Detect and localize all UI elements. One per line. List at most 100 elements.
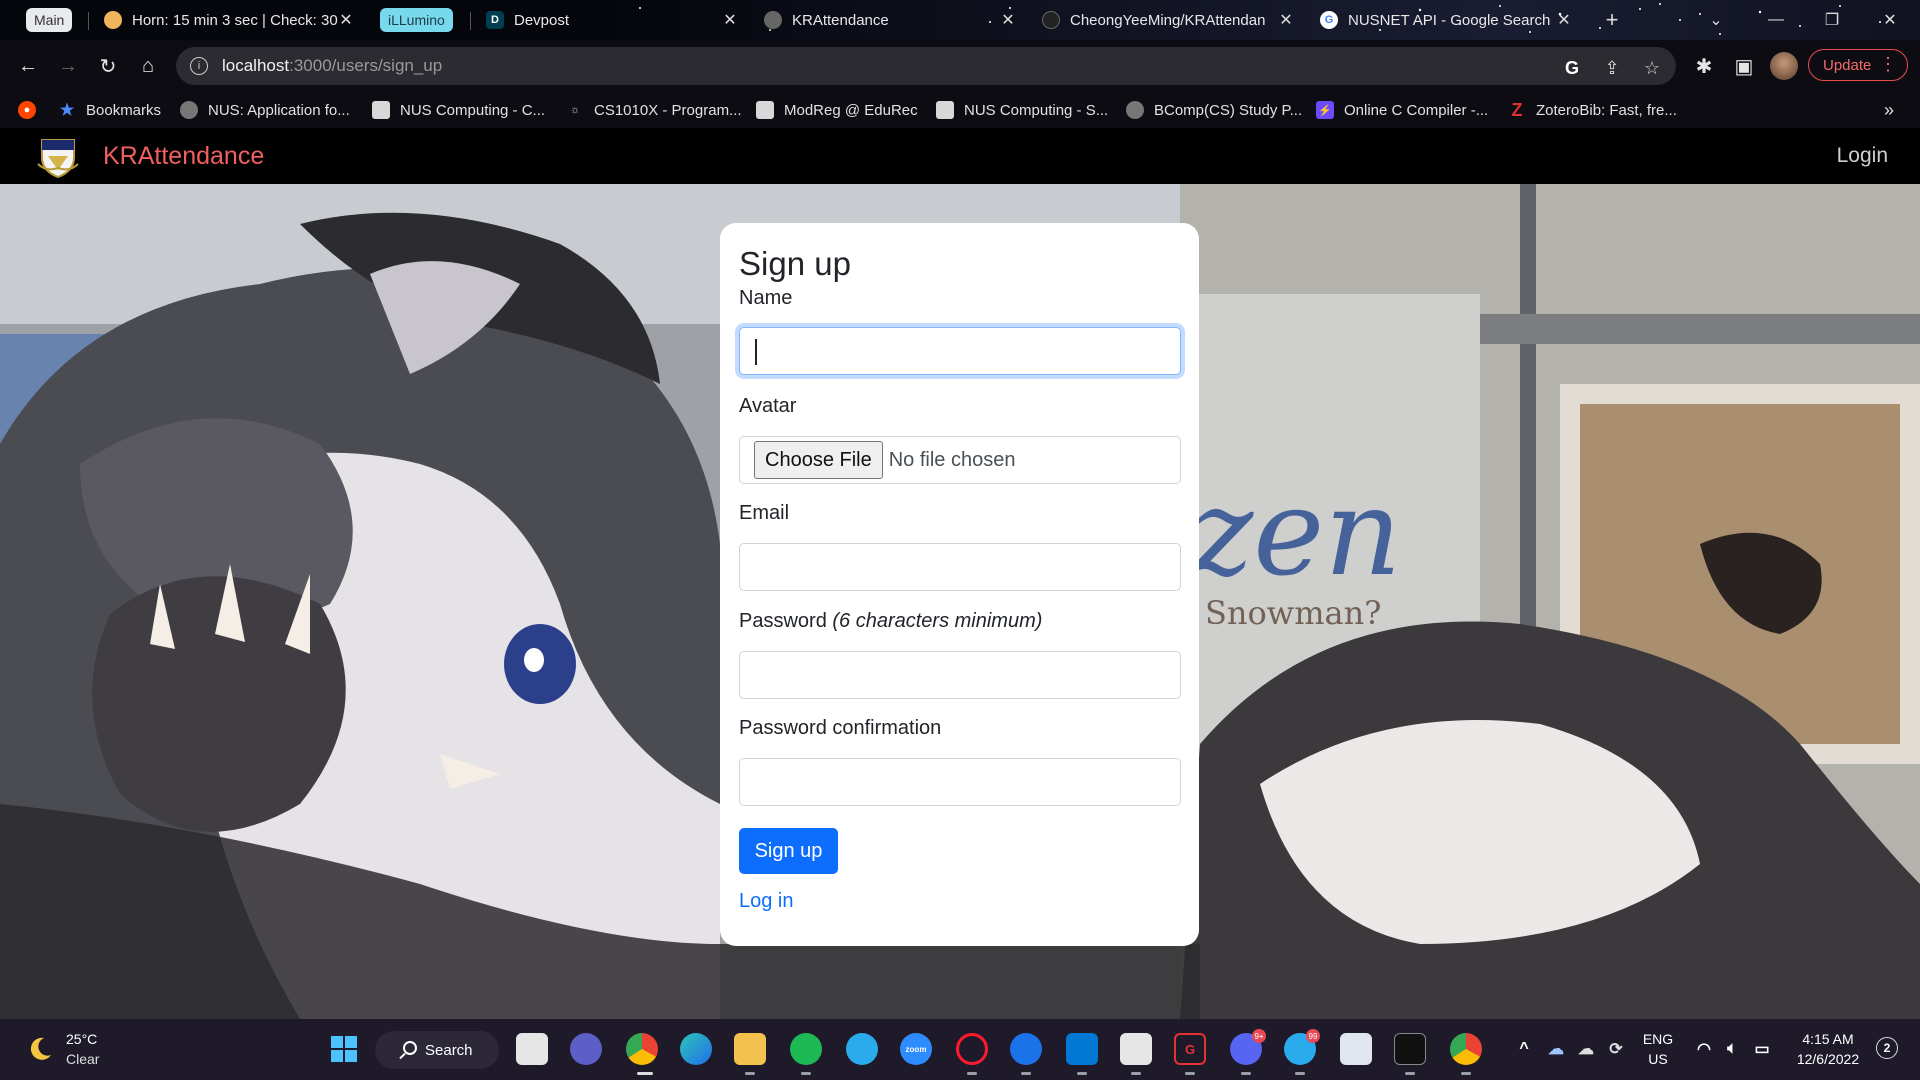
star-icon: ★	[59, 102, 75, 119]
password-confirmation-input[interactable]	[739, 758, 1181, 806]
home-icon[interactable]: ⌂	[134, 52, 162, 80]
update-button[interactable]: Update ⋮	[1808, 49, 1908, 81]
keyboard-layout[interactable]: US	[1640, 1051, 1676, 1067]
profile-avatar[interactable]	[1770, 52, 1798, 80]
tab-group-main[interactable]: Main	[26, 8, 73, 32]
tray-overflow-chevron-icon[interactable]: ^	[1508, 1033, 1540, 1065]
zoom-icon[interactable]: zoom	[900, 1033, 932, 1065]
restore-icon[interactable]: ❐	[1812, 4, 1852, 36]
opera-icon[interactable]	[956, 1033, 988, 1065]
browser-tab-strip: Main Horn: 15 min 3 sec | Check: 30 ✕ iL…	[0, 0, 1920, 40]
bookmark-nus-application[interactable]: NUS: Application fo...	[180, 98, 350, 122]
minimize-icon[interactable]: —	[1756, 4, 1796, 36]
google-lens-icon[interactable]: G	[1560, 56, 1584, 80]
close-icon[interactable]: ✕	[336, 10, 356, 30]
task-view-icon[interactable]	[516, 1033, 548, 1065]
app-navbar: KRAttendance Login	[0, 128, 1920, 184]
weather-condition[interactable]: Clear	[66, 1051, 99, 1067]
tab-group-illumino[interactable]: iLLumino	[380, 8, 453, 32]
task-manager-icon[interactable]	[1340, 1033, 1372, 1065]
nav-login-link[interactable]: Login	[1837, 144, 1888, 168]
notion-icon[interactable]	[1120, 1033, 1152, 1065]
side-panel-icon[interactable]: ▣	[1730, 52, 1758, 80]
bookmark-modreg[interactable]: ModReg @ EduRec	[756, 98, 918, 122]
tab-title: Devpost	[514, 11, 570, 29]
red-app-icon[interactable]: G	[1174, 1033, 1206, 1065]
running-indicator	[1461, 1072, 1471, 1075]
login-link[interactable]: Log in	[739, 890, 794, 913]
windows-start-icon[interactable]	[328, 1033, 360, 1065]
bookmark-star-icon[interactable]: ☆	[1640, 56, 1664, 80]
share-icon[interactable]: ⇪	[1600, 56, 1624, 80]
close-icon[interactable]: ✕	[720, 10, 740, 30]
reload-icon[interactable]: ↻	[94, 52, 122, 80]
name-label: Name	[739, 287, 793, 309]
search-icon	[403, 1041, 417, 1055]
close-icon[interactable]: ✕	[1554, 10, 1574, 30]
cloud-sync-icon[interactable]: ☁	[1570, 1033, 1602, 1065]
language-indicator[interactable]: ENG	[1640, 1031, 1676, 1047]
chrome-profile-icon[interactable]	[1450, 1033, 1482, 1065]
notification-count[interactable]: 2	[1876, 1037, 1898, 1059]
email-input[interactable]	[739, 543, 1181, 591]
onedrive-icon[interactable]: ☁	[1540, 1033, 1572, 1065]
vscode-icon[interactable]	[1066, 1033, 1098, 1065]
file-explorer-icon[interactable]	[734, 1033, 766, 1065]
back-icon[interactable]: ←	[14, 52, 42, 80]
teams-chat-icon[interactable]	[570, 1033, 602, 1065]
chrome-icon[interactable]	[626, 1033, 658, 1065]
tab-google-search[interactable]: G NUSNET API - Google Search ✕	[1320, 4, 1574, 36]
menu-dots-icon[interactable]: ⋮	[1879, 54, 1897, 75]
maps-pin-icon[interactable]	[1010, 1033, 1042, 1065]
taskbar-search[interactable]: Search	[375, 1031, 499, 1069]
new-tab-button[interactable]: +	[1592, 4, 1632, 36]
bookmark-nus-computing-c[interactable]: NUS Computing - C...	[372, 98, 545, 122]
site-info-icon[interactable]: i	[190, 57, 208, 75]
bookmark-nus-computing-s[interactable]: NUS Computing - S...	[936, 98, 1108, 122]
globe-icon	[180, 101, 198, 119]
tab-separator	[470, 12, 471, 30]
timer-favicon-icon	[104, 11, 122, 29]
bookmark-bcomp[interactable]: BComp(CS) Study P...	[1126, 98, 1302, 122]
weather-temperature[interactable]: 25°C	[66, 1031, 97, 1047]
extensions-icon[interactable]: ✱	[1690, 52, 1718, 80]
spotify-icon[interactable]	[790, 1033, 822, 1065]
running-indicator	[1131, 1072, 1141, 1075]
bookmark-cs1010x[interactable]: ☼ CS1010X - Program...	[566, 98, 742, 122]
volume-icon[interactable]: 🔈︎	[1716, 1033, 1748, 1065]
bookmarks-overflow-icon[interactable]: »	[1884, 98, 1894, 122]
url-host: localhost	[222, 56, 290, 75]
choose-file-button[interactable]: Choose File	[754, 441, 883, 479]
tab-search-icon[interactable]: ⌄	[1696, 4, 1736, 36]
avatar-file-input[interactable]: Choose File No file chosen	[739, 436, 1181, 484]
running-indicator	[801, 1072, 811, 1075]
telegram-icon[interactable]	[846, 1033, 878, 1065]
tab-separator	[88, 12, 89, 30]
refresh-sync-icon[interactable]: ⟳	[1600, 1033, 1632, 1065]
reddit-bookmark-icon[interactable]: ●	[18, 98, 46, 122]
terminal-icon[interactable]	[1394, 1033, 1426, 1065]
clock-date[interactable]: 12/6/2022	[1788, 1051, 1868, 1067]
tab-devpost[interactable]: D Devpost ✕	[486, 4, 740, 36]
bookmark-zoterobib[interactable]: Z ZoteroBib: Fast, fre...	[1508, 98, 1677, 122]
close-icon[interactable]: ✕	[998, 10, 1018, 30]
edge-icon[interactable]	[680, 1033, 712, 1065]
clock-time[interactable]: 4:15 AM	[1788, 1031, 1868, 1047]
crest-logo-icon[interactable]	[36, 134, 80, 178]
bookmark-folder-bookmarks[interactable]: ★ Bookmarks	[58, 98, 161, 122]
forward-icon[interactable]: →	[54, 52, 82, 80]
address-bar[interactable]: i localhost:3000/users/sign_up G ⇪ ☆	[176, 47, 1676, 85]
close-window-icon[interactable]: ✕	[1870, 4, 1910, 36]
tab-github[interactable]: CheongYeeMing/KRAttendan ✕	[1042, 4, 1296, 36]
tab-krattendance[interactable]: KRAttendance ✕	[764, 4, 1018, 36]
tab-horn[interactable]: Horn: 15 min 3 sec | Check: 30 ✕	[104, 4, 356, 36]
brand-link[interactable]: KRAttendance	[103, 142, 264, 171]
bookmark-online-c-compiler[interactable]: ⚡ Online C Compiler -...	[1316, 98, 1488, 122]
password-input[interactable]	[739, 651, 1181, 699]
moon-icon[interactable]	[26, 1035, 54, 1063]
signup-submit-button[interactable]: Sign up	[739, 828, 838, 874]
lightning-icon: ⚡	[1316, 101, 1334, 119]
battery-icon[interactable]: ▭	[1746, 1033, 1778, 1065]
close-icon[interactable]: ✕	[1276, 10, 1296, 30]
name-input[interactable]	[739, 327, 1181, 375]
